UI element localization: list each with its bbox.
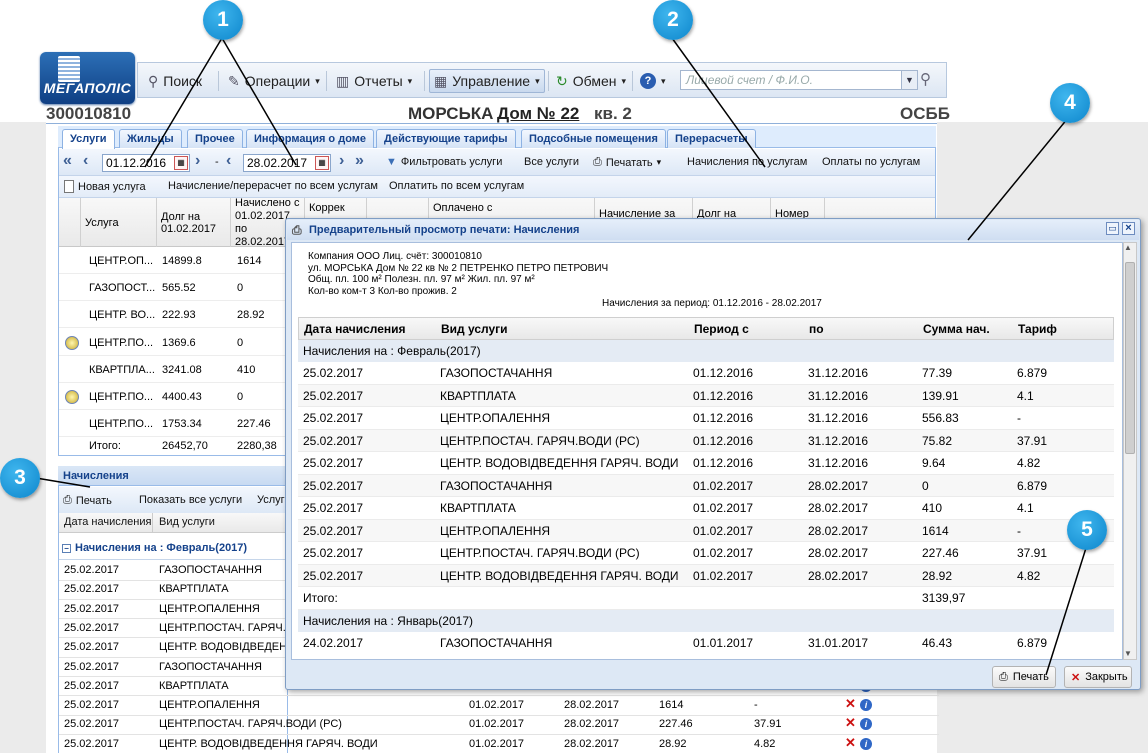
app-window: МЕГАПОЛІС ⚲ Поиск ✎ Операции ▾ ▥ Отчеты ▾ ▦ Уп… bbox=[0, 0, 1148, 753]
callout-5: 5 bbox=[1067, 510, 1107, 550]
callout-line bbox=[671, 37, 766, 168]
callout-line bbox=[144, 37, 223, 168]
callout-lines bbox=[35, 37, 1087, 676]
callout-line bbox=[967, 117, 1069, 241]
callout-4: 4 bbox=[1050, 83, 1090, 123]
callout-line bbox=[221, 37, 297, 166]
callout-2: 2 bbox=[653, 0, 693, 40]
callout-3: 3 bbox=[0, 458, 40, 498]
callout-1: 1 bbox=[203, 0, 243, 40]
callout-line bbox=[35, 477, 91, 488]
callout-line bbox=[1045, 547, 1087, 676]
